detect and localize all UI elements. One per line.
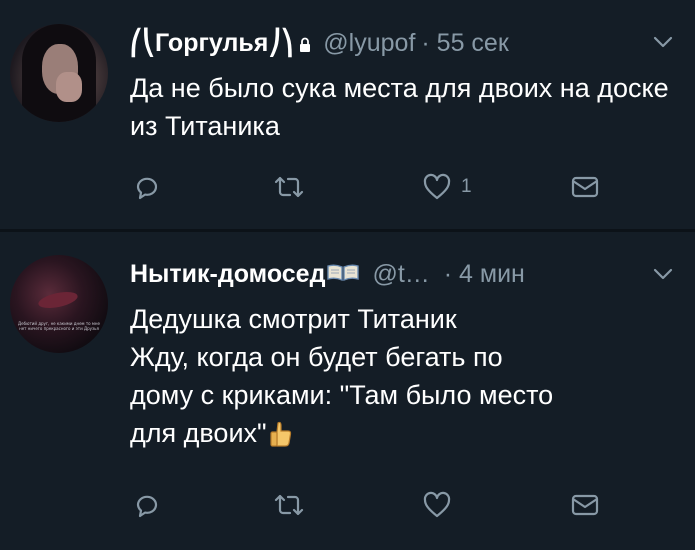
tweet-text-line: дому с криками: "Там было место — [130, 380, 554, 410]
tweet[interactable]: Дебютий друг, не какими днем то мне нет … — [0, 232, 695, 550]
envelope-icon — [571, 494, 599, 516]
tweet-text-line-last: для двоих" — [130, 414, 670, 452]
avatar-lips — [36, 288, 80, 312]
user-handle[interactable]: @t… — [372, 260, 429, 289]
retweet-button[interactable] — [272, 170, 306, 204]
chevron-down-icon[interactable] — [653, 36, 673, 48]
timestamp[interactable]: · 4 мин — [444, 260, 525, 289]
envelope-icon — [571, 176, 599, 198]
chevron-down-icon[interactable] — [653, 268, 673, 280]
avatar[interactable]: Дебютий друг, не какими днем то мне нет … — [10, 255, 108, 353]
like-button[interactable] — [422, 488, 452, 522]
reply-icon — [136, 177, 158, 200]
tweet-actions — [132, 488, 612, 522]
avatar-hand — [56, 72, 82, 102]
tweet-text: Дедушка смотрит Титаник Жду, когда он бу… — [130, 300, 670, 452]
tweet-header: Нытик-домосед @t… · 4 мин — [130, 257, 525, 291]
message-button[interactable] — [570, 488, 600, 522]
reply-icon — [136, 495, 158, 518]
tweet-text: Да не было сука места для двоих на доске… — [130, 73, 669, 141]
retweet-icon — [274, 494, 304, 516]
timestamp[interactable]: · 55 сек — [421, 29, 508, 58]
like-count: 1 — [461, 176, 472, 197]
heart-icon — [423, 491, 451, 518]
lock-icon — [300, 37, 311, 52]
tweet-header: ⎛⎝Горгулья⎠⎞ @lyupof · 55 сек — [130, 26, 509, 60]
retweet-icon — [274, 176, 304, 198]
reply-button[interactable] — [132, 170, 162, 204]
thumbs-up-icon — [270, 421, 291, 447]
avatar-caption: Дебютий друг, не какими днем то мне нет … — [18, 321, 100, 331]
display-name[interactable]: ⎛⎝Горгулья⎠⎞ — [130, 28, 293, 58]
like-button[interactable]: 1 — [422, 170, 472, 204]
tweet-text-line: Дедушка смотрит Титаник — [130, 304, 457, 334]
tweet[interactable]: ⎛⎝Горгулья⎠⎞ @lyupof · 55 сек Да не было… — [0, 0, 695, 230]
display-name[interactable]: Нытик-домосед — [130, 260, 325, 289]
reply-button[interactable] — [132, 488, 162, 522]
tweet-text-line: Жду, когда он будет бегать по — [130, 342, 503, 372]
user-handle[interactable]: @lyupof — [323, 29, 415, 58]
heart-icon — [423, 173, 451, 200]
message-button[interactable] — [570, 170, 600, 204]
open-book-icon — [327, 264, 360, 281]
tweet-text-line: для двоих" — [130, 418, 267, 448]
tweet-actions: 1 — [132, 170, 612, 204]
avatar[interactable] — [10, 24, 108, 122]
retweet-button[interactable] — [272, 488, 306, 522]
